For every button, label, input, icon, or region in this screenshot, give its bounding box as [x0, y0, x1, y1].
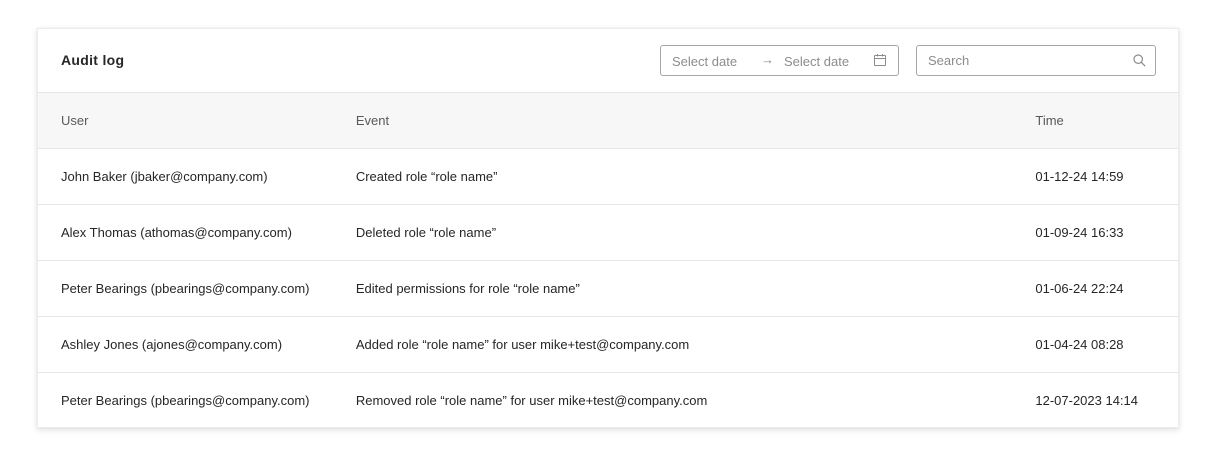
cell-event: Edited permissions for role “role name”: [355, 260, 1036, 317]
card-header: Audit log Select date → Select date: [38, 29, 1178, 92]
column-header-time[interactable]: Time: [1035, 92, 1178, 149]
table-row[interactable]: Peter Bearings (pbearings@company.com) R…: [38, 373, 1178, 429]
table-row[interactable]: Peter Bearings (pbearings@company.com) E…: [38, 260, 1178, 317]
date-range-picker[interactable]: Select date → Select date: [660, 45, 899, 76]
audit-log-card: Audit log Select date → Select date Sear…: [37, 28, 1179, 428]
date-end-input[interactable]: Select date: [784, 54, 849, 69]
search-icon[interactable]: [1133, 54, 1146, 72]
table-row[interactable]: Alex Thomas (athomas@company.com) Delete…: [38, 204, 1178, 261]
cell-event: Added role “role name” for user mike+tes…: [355, 316, 1036, 373]
audit-log-table: User Event Time John Baker (jbaker@compa…: [38, 92, 1178, 429]
cell-user: John Baker (jbaker@company.com): [38, 148, 356, 205]
cell-user: Peter Bearings (pbearings@company.com): [61, 393, 310, 409]
search-box[interactable]: [916, 45, 1156, 76]
cell-event: Removed role “role name” for user mike+t…: [355, 393, 708, 409]
cell-time: 01-12-24 14:59: [1035, 148, 1178, 205]
calendar-icon[interactable]: [873, 53, 887, 70]
date-range-arrow-icon: →: [761, 52, 774, 67]
table-row[interactable]: John Baker (jbaker@company.com) Created …: [38, 148, 1178, 205]
cell-time: 12-07-2023 14:14: [1035, 393, 1139, 409]
cell-event: Created role “role name”: [355, 148, 1036, 205]
cell-time: 01-04-24 08:28: [1035, 316, 1178, 373]
cell-event: Deleted role “role name”: [355, 204, 1036, 261]
search-input[interactable]: [918, 47, 1128, 74]
column-header-user[interactable]: User: [38, 92, 356, 149]
page-title: Audit log: [61, 52, 125, 68]
table-header-row: User Event Time: [38, 92, 1178, 149]
cell-user: Alex Thomas (athomas@company.com): [38, 204, 356, 261]
cell-time: 01-09-24 16:33: [1035, 204, 1178, 261]
table-row[interactable]: Ashley Jones (ajones@company.com) Added …: [38, 316, 1178, 373]
cell-user: Peter Bearings (pbearings@company.com): [38, 260, 356, 317]
date-start-input[interactable]: Select date: [672, 54, 737, 69]
cell-time: 01-06-24 22:24: [1035, 260, 1178, 317]
cell-user: Ashley Jones (ajones@company.com): [38, 316, 356, 373]
column-header-event[interactable]: Event: [355, 92, 1036, 149]
